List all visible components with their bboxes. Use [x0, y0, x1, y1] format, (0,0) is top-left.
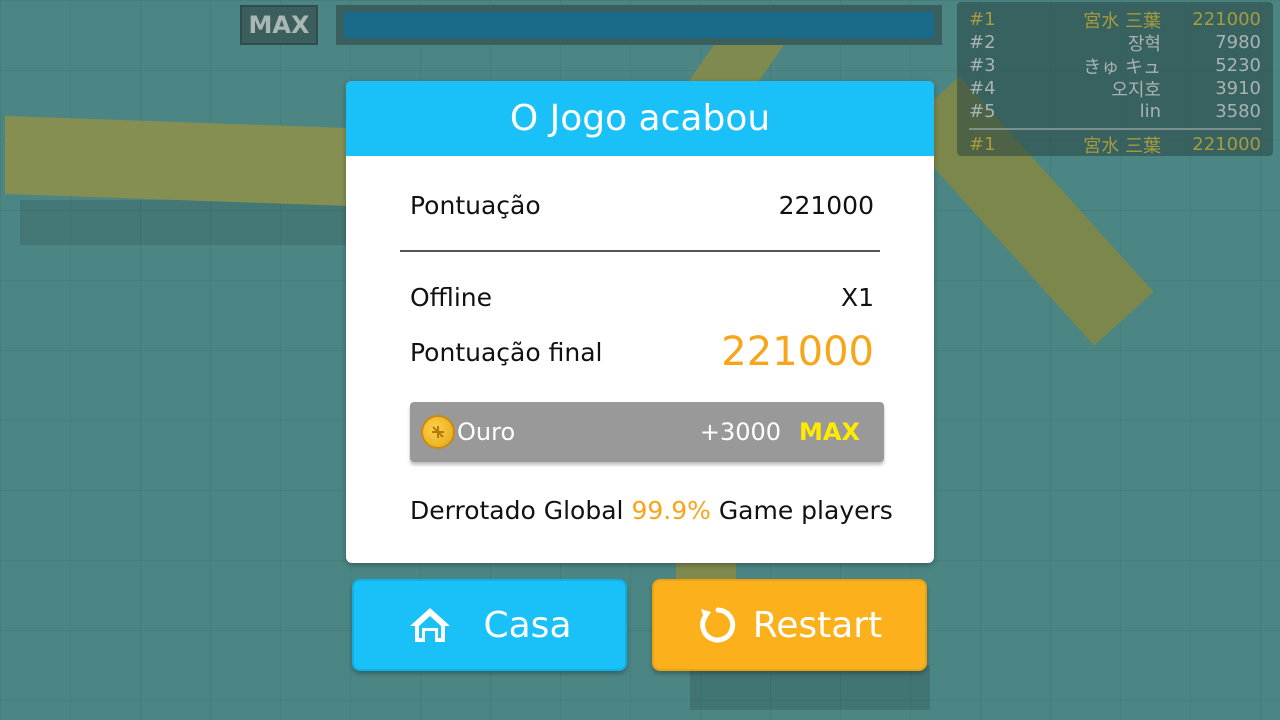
- score-row: Pontuação 221000: [410, 191, 874, 220]
- gold-label: Ouro: [457, 418, 516, 446]
- home-icon: [407, 605, 453, 645]
- leaderboard-name: lin: [1139, 101, 1161, 122]
- leaderboard-row: #1 宮水 三葉 221000: [969, 8, 1261, 32]
- final-score-row: Pontuação final 221000: [410, 329, 874, 375]
- mode-row: Offline X1: [410, 283, 874, 312]
- mode-label: Offline: [410, 283, 493, 312]
- dialog-divider: [400, 250, 880, 252]
- leaderboard-row: #2 장혁 7980: [969, 31, 1261, 55]
- score-value: 221000: [778, 191, 874, 220]
- leaderboard-self-row: #1 宮水 三葉 221000: [969, 133, 1261, 157]
- leaderboard-row: #3 きゅ キュ 5230: [969, 54, 1261, 78]
- max-label: MAX: [240, 5, 318, 45]
- home-button[interactable]: Casa: [352, 579, 627, 671]
- coin-icon: [421, 415, 455, 449]
- leaderboard: #1 宮水 三葉 221000 #2 장혁 7980 #3 きゅ キュ 5230 #4 오지호 391…: [957, 2, 1273, 157]
- leaderboard-score: 221000: [1192, 9, 1261, 30]
- restart-button-label: Restart: [752, 604, 883, 646]
- leaderboard-score: 221000: [1192, 134, 1261, 155]
- leaderboard-score: 3580: [1215, 101, 1261, 122]
- restart-icon: [697, 604, 739, 646]
- progress-fill: [344, 12, 934, 38]
- scene-shadow-bottom: [690, 665, 930, 710]
- leaderboard-rank: #3: [969, 55, 996, 76]
- defeated-stat: Derrotado Global 99.9% Game players: [410, 496, 893, 525]
- leaderboard-name: 오지호: [1111, 79, 1161, 101]
- defeated-percent: 99.9%: [631, 496, 711, 525]
- leaderboard-score: 7980: [1215, 32, 1261, 53]
- score-label: Pontuação: [410, 191, 541, 220]
- leaderboard-row: #5 lin 3580: [969, 100, 1261, 123]
- scene-block-left: [5, 115, 350, 207]
- final-score-label: Pontuação final: [410, 337, 603, 367]
- game-over-dialog: O Jogo acabou Pontuação 221000 Offline X…: [346, 81, 934, 563]
- progress-bar: [336, 5, 942, 45]
- leaderboard-rank: #1: [969, 134, 996, 155]
- leaderboard-rank: #2: [969, 32, 996, 53]
- gold-max-badge: MAX: [799, 418, 860, 446]
- leaderboard-rank: #1: [969, 9, 996, 30]
- multiplier-value: X1: [840, 283, 874, 312]
- dialog-title: O Jogo acabou: [346, 81, 934, 156]
- leaderboard-rank: #4: [969, 78, 996, 99]
- leaderboard-name: 宮水 三葉: [1083, 135, 1161, 157]
- restart-button[interactable]: Restart: [652, 579, 927, 671]
- defeated-suffix: Game players: [718, 496, 893, 525]
- leaderboard-score: 3910: [1215, 78, 1261, 99]
- gold-reward-bar: Ouro +3000 MAX: [410, 402, 884, 462]
- leaderboard-score: 5230: [1215, 55, 1261, 76]
- leaderboard-rank: #5: [969, 101, 996, 122]
- scene-shadow: [20, 200, 350, 245]
- gold-amount: +3000: [699, 418, 782, 446]
- final-score-value: 221000: [721, 329, 874, 375]
- defeated-prefix: Derrotado Global: [410, 496, 624, 525]
- leaderboard-row: #4 오지호 3910: [969, 77, 1261, 101]
- home-button-label: Casa: [483, 604, 572, 646]
- leaderboard-divider: [969, 128, 1261, 130]
